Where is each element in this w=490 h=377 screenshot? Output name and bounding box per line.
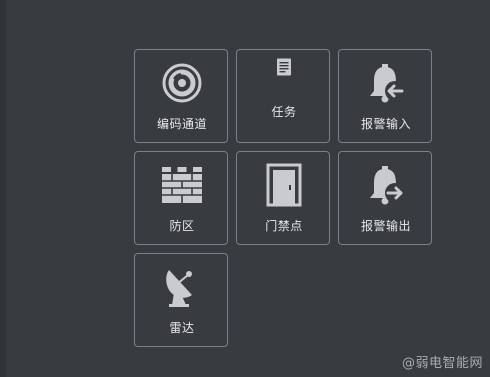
left-edge-strip [0, 0, 6, 377]
watermark-text: @弱电智能网 [401, 356, 483, 371]
tile-label: 编码通道 [156, 117, 207, 131]
document-icon [237, 50, 331, 84]
tile-defense-zone[interactable]: 防区 [134, 151, 228, 245]
resource-grid: 编码通道 任务 报警输入 防区 门禁点 报警输出 雷达 [134, 49, 434, 349]
tile-encoding-channel[interactable]: 编码通道 [134, 49, 228, 143]
tile-label: 报警输出 [360, 219, 411, 233]
tile-radar[interactable]: 雷达 [134, 253, 228, 347]
radar-dish-icon [135, 254, 229, 320]
tile-label: 报警输入 [360, 117, 411, 131]
tile-access-point[interactable]: 门禁点 [236, 151, 330, 245]
tile-task[interactable]: 任务 [236, 49, 330, 143]
alarm-bell-input-icon [339, 50, 433, 116]
tile-label: 雷达 [169, 321, 195, 335]
camera-lens-icon [135, 50, 229, 116]
tile-label: 防区 [169, 219, 195, 233]
door-icon [237, 152, 331, 218]
alarm-bell-output-icon [339, 152, 433, 218]
tile-label: 门禁点 [265, 219, 303, 233]
tile-alarm-input[interactable]: 报警输入 [338, 49, 432, 143]
tile-alarm-output[interactable]: 报警输出 [338, 151, 432, 245]
brick-wall-icon [135, 152, 229, 218]
tile-label: 任务 [271, 105, 297, 119]
